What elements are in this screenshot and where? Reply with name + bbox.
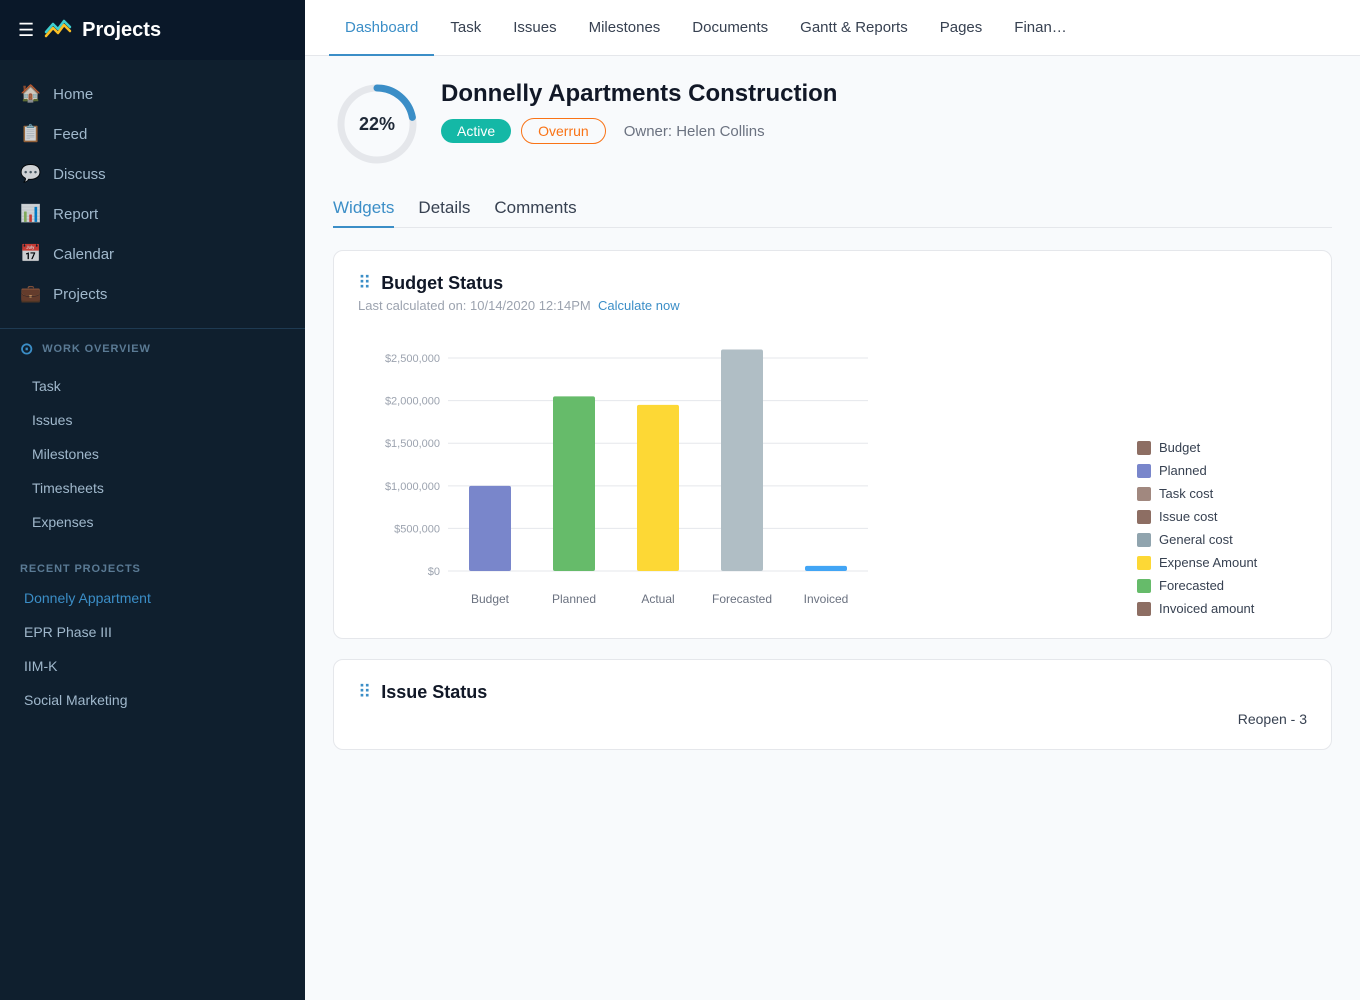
recent-project-iim-k[interactable]: IIM-K [0,649,305,683]
budget-chart-area: $2,500,000 $2,000,000 $1,500,000 $1,000,000… [358,331,1107,616]
legend-expense-amount: Expense Amount [1137,555,1307,570]
nav-task[interactable]: Task [434,0,497,56]
grid-icon: ⠿ [358,273,371,294]
tab-widgets[interactable]: Widgets [333,190,394,228]
work-overview-milestones[interactable]: Milestones [0,437,305,471]
recent-project-donnely-appartment[interactable]: Donnely Appartment [0,581,305,615]
recent-projects-label: RECENT PROJECTS [0,549,305,581]
legend-invoiced-amount: Invoiced amount [1137,601,1307,616]
issue-status-title: Issue Status [381,682,487,703]
sub-tabs: Widgets Details Comments [333,190,1332,228]
circle-up-icon: ⊙ [20,339,34,359]
work-overview-issues[interactable]: Issues [0,403,305,437]
nav-milestones[interactable]: Milestones [573,0,677,56]
sidebar-title: Projects [82,19,161,42]
svg-text:$0: $0 [428,566,440,578]
svg-text:$2,000,000: $2,000,000 [385,396,440,408]
svg-text:Invoiced: Invoiced [804,592,849,606]
nav-pages[interactable]: Pages [924,0,999,56]
nav-finan[interactable]: Finan… [998,0,1083,56]
budget-status-subtitle: Last calculated on: 10/14/2020 12:14PM C… [358,298,1307,313]
legend-planned: Planned [1137,463,1307,478]
budget-status-header: ⠿ Budget Status [358,273,1307,294]
work-overview-task[interactable]: Task [0,369,305,403]
sidebar-item-projects[interactable]: 💼Projects [0,274,305,314]
nav-documents[interactable]: Documents [676,0,784,56]
progress-percent: 22 [359,114,379,135]
project-badges: Active Overrun Owner: Helen Collins [441,118,1332,144]
main-content: DashboardTaskIssuesMilestonesDocumentsGa… [305,0,1360,1000]
sidebar-header: ☰ Projects [0,0,305,60]
grid-icon-2: ⠿ [358,682,371,703]
nav-issues[interactable]: Issues [497,0,572,56]
sidebar-item-home[interactable]: 🏠Home [0,74,305,114]
work-overview-header: ⊙ WORK OVERVIEW [0,329,305,369]
project-title: Donnelly Apartments Construction [441,80,1332,108]
content-area: 22% Donnelly Apartments Construction Act… [305,56,1360,1000]
svg-text:Forecasted: Forecasted [712,592,772,606]
project-info: Donnelly Apartments Construction Active … [441,80,1332,144]
svg-text:$500,000: $500,000 [394,523,440,535]
nav-gantt-&-reports[interactable]: Gantt & Reports [784,0,924,56]
work-overview-expenses[interactable]: Expenses [0,505,305,539]
tab-details[interactable]: Details [418,190,470,228]
svg-text:Actual: Actual [641,592,674,606]
budget-status-title: Budget Status [381,273,503,294]
recent-project-epr-phase-iii[interactable]: EPR Phase III [0,615,305,649]
progress-ring: 22% [333,80,421,168]
sidebar-item-report[interactable]: 📊Report [0,194,305,234]
svg-text:$2,500,000: $2,500,000 [385,353,440,365]
hamburger-icon[interactable]: ☰ [18,20,34,41]
legend-general-cost: General cost [1137,532,1307,547]
top-nav: DashboardTaskIssuesMilestonesDocumentsGa… [305,0,1360,56]
legend-budget: Budget [1137,440,1307,455]
sidebar-item-calendar[interactable]: 📅Calendar [0,234,305,274]
issue-status-widget: ⠿ Issue Status Reopen - 3 [333,659,1332,750]
overrun-badge: Overrun [521,118,606,144]
legend-issue-cost: Issue cost [1137,509,1307,524]
legend-forecasted: Forecasted [1137,578,1307,593]
reopen-label: Reopen - 3 [1238,711,1307,727]
svg-text:Budget: Budget [471,592,510,606]
tab-comments[interactable]: Comments [494,190,576,228]
chart-legend: Budget Planned Task cost Issue cost General … [1137,430,1307,616]
budget-status-widget: ⠿ Budget Status Last calculated on: 10/1… [333,250,1332,639]
recent-project-social-marketing[interactable]: Social Marketing [0,683,305,717]
calculate-now-link[interactable]: Calculate now [598,298,680,313]
recent-projects-section: RECENT PROJECTS Donnely AppartmentEPR Ph… [0,549,305,717]
budget-chart-container: $2,500,000 $2,000,000 $1,500,000 $1,000,000… [358,331,1307,616]
work-overview-label: WORK OVERVIEW [42,343,150,355]
nav-dashboard[interactable]: Dashboard [329,0,434,56]
work-overview-timesheets[interactable]: Timesheets [0,471,305,505]
issue-status-header: ⠿ Issue Status [358,682,1307,703]
sidebar-item-feed[interactable]: 📋Feed [0,114,305,154]
project-header: 22% Donnelly Apartments Construction Act… [333,80,1332,168]
owner-label: Owner: Helen Collins [624,123,765,140]
active-badge: Active [441,119,511,143]
sidebar-nav: 🏠Home📋Feed💬Discuss📊Report📅Calendar💼Proje… [0,60,305,329]
svg-text:Planned: Planned [552,592,596,606]
logo-icon [44,16,72,44]
svg-text:$1,000,000: $1,000,000 [385,481,440,493]
svg-text:$1,500,000: $1,500,000 [385,438,440,450]
sidebar-item-discuss[interactable]: 💬Discuss [0,154,305,194]
sidebar: ☰ Projects 🏠Home📋Feed💬Discuss📊Report📅Cal… [0,0,305,1000]
legend-task-cost: Task cost [1137,486,1307,501]
